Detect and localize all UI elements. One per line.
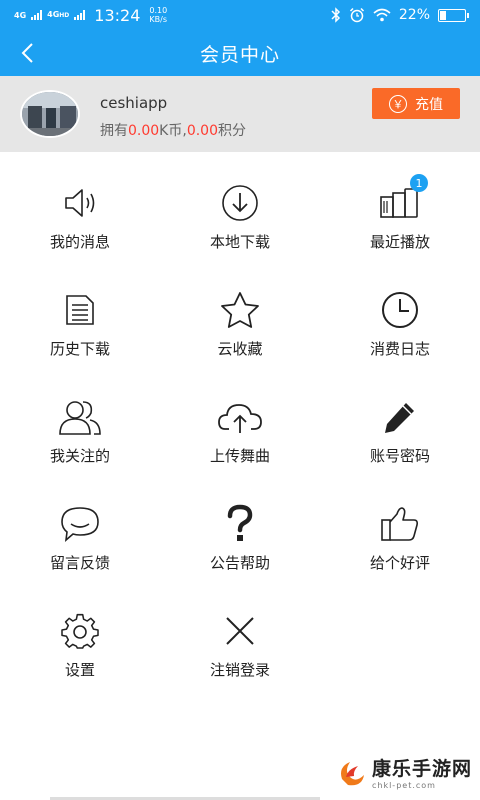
menu-label: 账号密码 (369, 447, 430, 465)
status-left: 4G 4GHD 13:24 0.10 KB/s (14, 6, 167, 25)
users-icon (56, 396, 104, 438)
menu-label: 历史下载 (49, 340, 110, 358)
watermark-subtitle: chkl-pet.com (371, 781, 436, 790)
username: ceshiapp (100, 94, 168, 112)
menu-label: 留言反馈 (49, 554, 110, 572)
k-coin-balance: 0.00 (128, 123, 160, 139)
account-assets: 拥有0.00K币,0.00积分 (100, 123, 246, 139)
network-indicator-1: 4G (14, 10, 27, 20)
question-icon (216, 503, 264, 545)
menu-label: 我关注的 (49, 447, 110, 465)
network-indicator-2: 4GHD (47, 10, 70, 19)
battery-level (440, 10, 446, 20)
watermark-logo (340, 762, 364, 786)
speaker-icon (56, 182, 104, 224)
menu-item-recent-play[interactable]: 1 最近播放 (320, 152, 480, 259)
menu-label: 公告帮助 (209, 554, 270, 572)
battery-percent: 22% (398, 7, 430, 23)
menu-label: 注销登录 (209, 661, 270, 679)
menu-item-announcements-help[interactable]: 公告帮助 (160, 473, 320, 580)
signal-icon (31, 10, 43, 20)
recent-play-icon: 1 (376, 174, 428, 224)
document-list-icon (56, 289, 104, 331)
menu-item-account-password[interactable]: 账号密码 (320, 366, 480, 473)
status-bar: 4G 4GHD 13:24 0.10 KB/s 22% (0, 0, 480, 30)
menu-item-upload-music[interactable]: 上传舞曲 (160, 366, 320, 473)
alarm-icon (349, 7, 364, 23)
profile-panel: ceshiapp 拥有0.00K币,0.00积分 ￥ 充值 (0, 76, 480, 152)
menu-item-following[interactable]: 我关注的 (0, 366, 160, 473)
menu-label: 最近播放 (369, 233, 430, 251)
watermark-text: 康乐手游网 chkl-pet.com (372, 754, 472, 790)
watermark: 康乐手游网 chkl-pet.com (336, 754, 472, 790)
clock-icon (376, 289, 424, 331)
recharge-label: 充值 (415, 96, 443, 113)
close-icon (216, 610, 264, 652)
download-icon (216, 182, 264, 224)
menu-item-settings[interactable]: 设置 (0, 580, 160, 687)
battery-icon (438, 8, 469, 22)
menu-item-cloud-favorites[interactable]: 云收藏 (160, 259, 320, 366)
avatar-image (22, 92, 78, 136)
wifi-icon (373, 8, 391, 22)
yen-icon: ￥ (389, 94, 407, 113)
page-title: 会员中心 (199, 43, 280, 66)
avatar[interactable] (20, 90, 80, 138)
thumbs-up-icon (376, 503, 424, 545)
signal-icon-2 (74, 10, 86, 20)
points-balance: 0.00 (186, 123, 218, 139)
menu-item-feedback[interactable]: 留言反馈 (0, 473, 160, 580)
menu-item-spending-log[interactable]: 消费日志 (320, 259, 480, 366)
menu-label: 本地下载 (209, 233, 270, 251)
menu-item-rate-us[interactable]: 给个好评 (320, 473, 480, 580)
menu-item-local-download[interactable]: 本地下载 (160, 152, 320, 259)
menu-item-my-messages[interactable]: 我的消息 (0, 152, 160, 259)
menu-item-download-history[interactable]: 历史下载 (0, 259, 160, 366)
recharge-button[interactable]: ￥ 充值 (372, 88, 460, 119)
nav-bar: 会员中心 (0, 30, 480, 76)
notification-badge: 1 (410, 174, 428, 192)
status-right: 22% (331, 7, 469, 23)
menu-label: 消费日志 (369, 340, 430, 358)
menu-label: 给个好评 (369, 554, 430, 572)
menu-label: 上传舞曲 (209, 447, 270, 465)
menu-item-logout[interactable]: 注销登录 (160, 580, 320, 687)
back-button[interactable] (14, 38, 40, 68)
star-icon (216, 289, 264, 331)
network-speed: 0.10 KB/s (149, 6, 168, 24)
status-time: 13:24 (94, 5, 141, 25)
bluetooth-icon (331, 7, 340, 23)
cloud-upload-icon (216, 396, 264, 438)
chat-bubble-icon (56, 503, 104, 545)
chevron-left-icon (21, 43, 33, 63)
watermark-title: 康乐手游网 (371, 758, 472, 780)
pencil-icon (376, 396, 424, 438)
gear-icon (56, 610, 104, 652)
menu-label: 云收藏 (217, 340, 263, 358)
menu-label: 我的消息 (49, 233, 110, 251)
menu-label: 设置 (64, 661, 95, 679)
